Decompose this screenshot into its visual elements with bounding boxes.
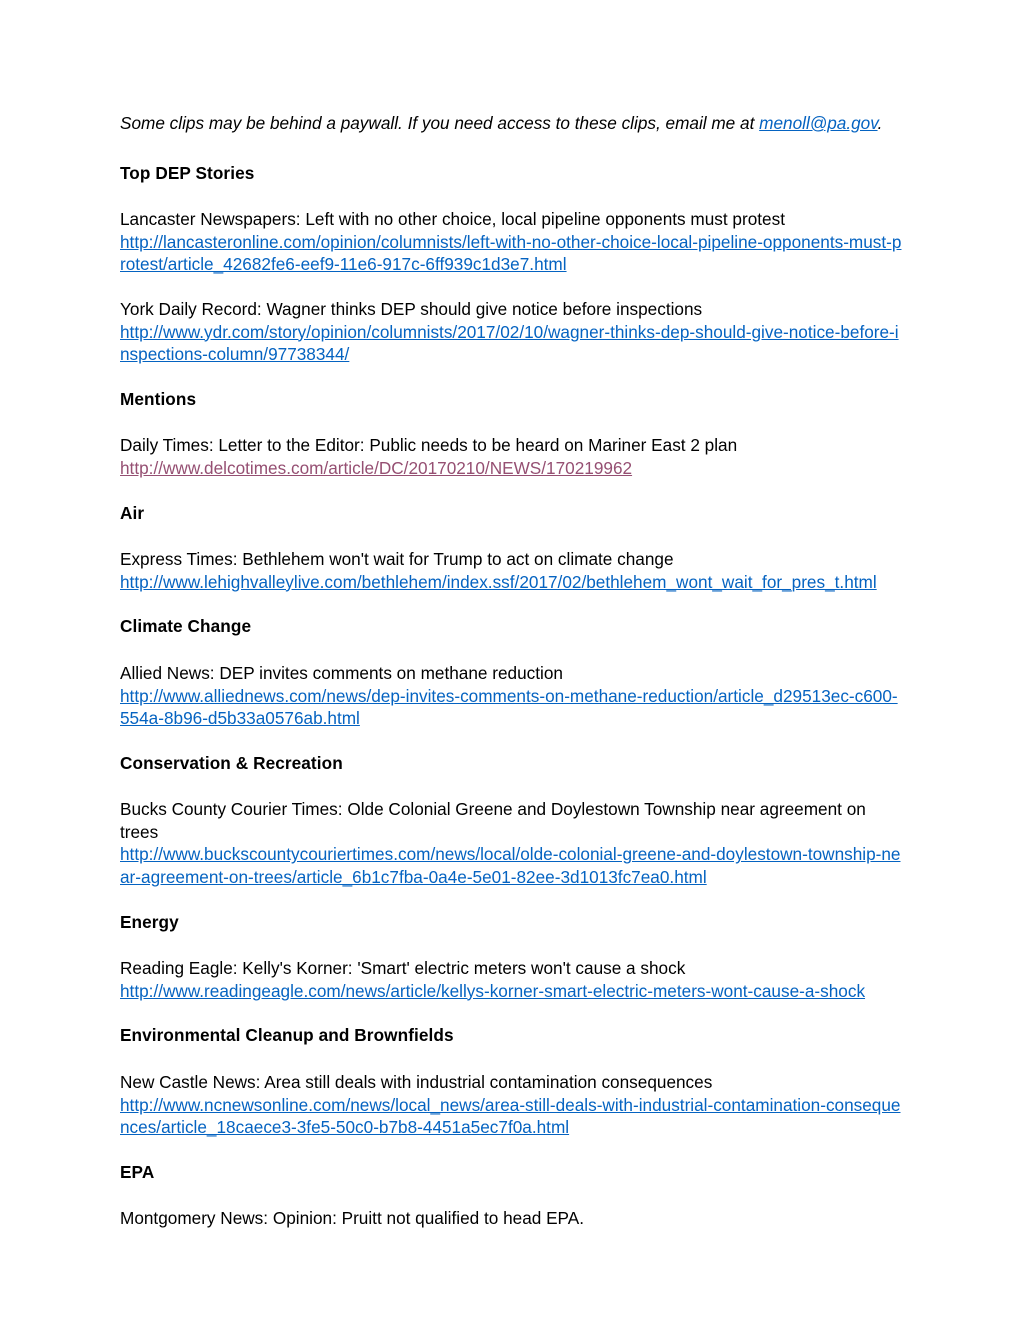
story-url-link[interactable]: http://www.lehighvalleylive.com/bethlehe…	[120, 571, 902, 594]
news-story: New Castle News: Area still deals with i…	[120, 1071, 902, 1139]
section-heading: Air	[120, 502, 145, 523]
news-story: Daily Times: Letter to the Editor: Publi…	[120, 434, 902, 479]
story-headline: Express Times: Bethlehem won't wait for …	[120, 549, 674, 570]
news-story: Reading Eagle: Kelly's Korner: 'Smart' e…	[120, 957, 902, 1002]
news-section: Mentions Daily Times: Letter to the Edito…	[120, 388, 902, 480]
story-headline: Lancaster Newspapers: Left with no other…	[120, 209, 785, 230]
news-section: EPA Montgomery News: Opinion: Pruitt not …	[120, 1161, 902, 1230]
paywall-notice-text-before: Some clips may be behind a paywall. If y…	[120, 113, 760, 133]
story-url-link[interactable]: http://www.delcotimes.com/article/DC/201…	[120, 457, 902, 480]
story-headline: Reading Eagle: Kelly's Korner: 'Smart' e…	[120, 958, 686, 979]
paywall-notice: Some clips may be behind a paywall. If y…	[120, 112, 902, 135]
story-headline: York Daily Record: Wagner thinks DEP sho…	[120, 298, 703, 319]
news-story: Bucks County Courier Times: Olde Colonia…	[120, 798, 902, 888]
news-story: Express Times: Bethlehem won't wait for …	[120, 548, 902, 593]
story-headline: Montgomery News: Opinion: Pruitt not qua…	[120, 1208, 584, 1229]
story-url-link[interactable]: http://www.ydr.com/story/opinion/columni…	[120, 321, 902, 366]
section-heading: Environmental Cleanup and Brownfields	[120, 1025, 454, 1046]
news-section: Air Express Times: Bethlehem won't wait f…	[120, 502, 902, 594]
section-heading: Mentions	[120, 388, 197, 409]
story-url-link[interactable]: http://lancasteronline.com/opinion/colum…	[120, 231, 902, 276]
paywall-notice-text-after: .	[877, 113, 883, 133]
story-url-link[interactable]: http://www.buckscountycouriertimes.com/n…	[120, 843, 902, 888]
section-heading: Top DEP Stories	[120, 162, 255, 183]
news-section: Energy Reading Eagle: Kelly's Korner: 'Sm…	[120, 911, 902, 1003]
story-headline: Allied News: DEP invites comments on met…	[120, 662, 563, 683]
document-body: Some clips may be behind a paywall. If y…	[120, 112, 902, 1230]
news-section: Conservation & Recreation Bucks County Co…	[120, 752, 902, 889]
story-url-link[interactable]: http://www.readingeagle.com/news/article…	[120, 980, 902, 1003]
news-story: Allied News: DEP invites comments on met…	[120, 662, 902, 730]
section-heading: EPA	[120, 1161, 155, 1182]
news-section: Climate Change Allied News: DEP invites c…	[120, 615, 902, 729]
contact-email-link[interactable]: menoll@pa.gov	[759, 113, 877, 133]
news-section: Environmental Cleanup and Brownfields New…	[120, 1024, 902, 1138]
story-headline: Bucks County Courier Times: Olde Colonia…	[120, 799, 871, 842]
news-story: Montgomery News: Opinion: Pruitt not qua…	[120, 1207, 902, 1230]
story-url-link[interactable]: http://www.alliednews.com/news/dep-invit…	[120, 685, 902, 730]
news-section: Top DEP Stories Lancaster Newspapers: Lef…	[120, 162, 902, 366]
story-url-link[interactable]: http://www.ncnewsonline.com/news/local_n…	[120, 1094, 902, 1139]
news-story: York Daily Record: Wagner thinks DEP sho…	[120, 298, 902, 366]
section-heading: Conservation & Recreation	[120, 752, 343, 773]
story-headline: Daily Times: Letter to the Editor: Publi…	[120, 435, 738, 456]
section-heading: Energy	[120, 911, 179, 932]
section-heading: Climate Change	[120, 616, 252, 637]
document-page: Some clips may be behind a paywall. If y…	[0, 0, 1020, 1320]
story-headline: New Castle News: Area still deals with i…	[120, 1072, 713, 1093]
news-story: Lancaster Newspapers: Left with no other…	[120, 208, 902, 276]
sections-container: Top DEP Stories Lancaster Newspapers: Lef…	[120, 162, 902, 1230]
